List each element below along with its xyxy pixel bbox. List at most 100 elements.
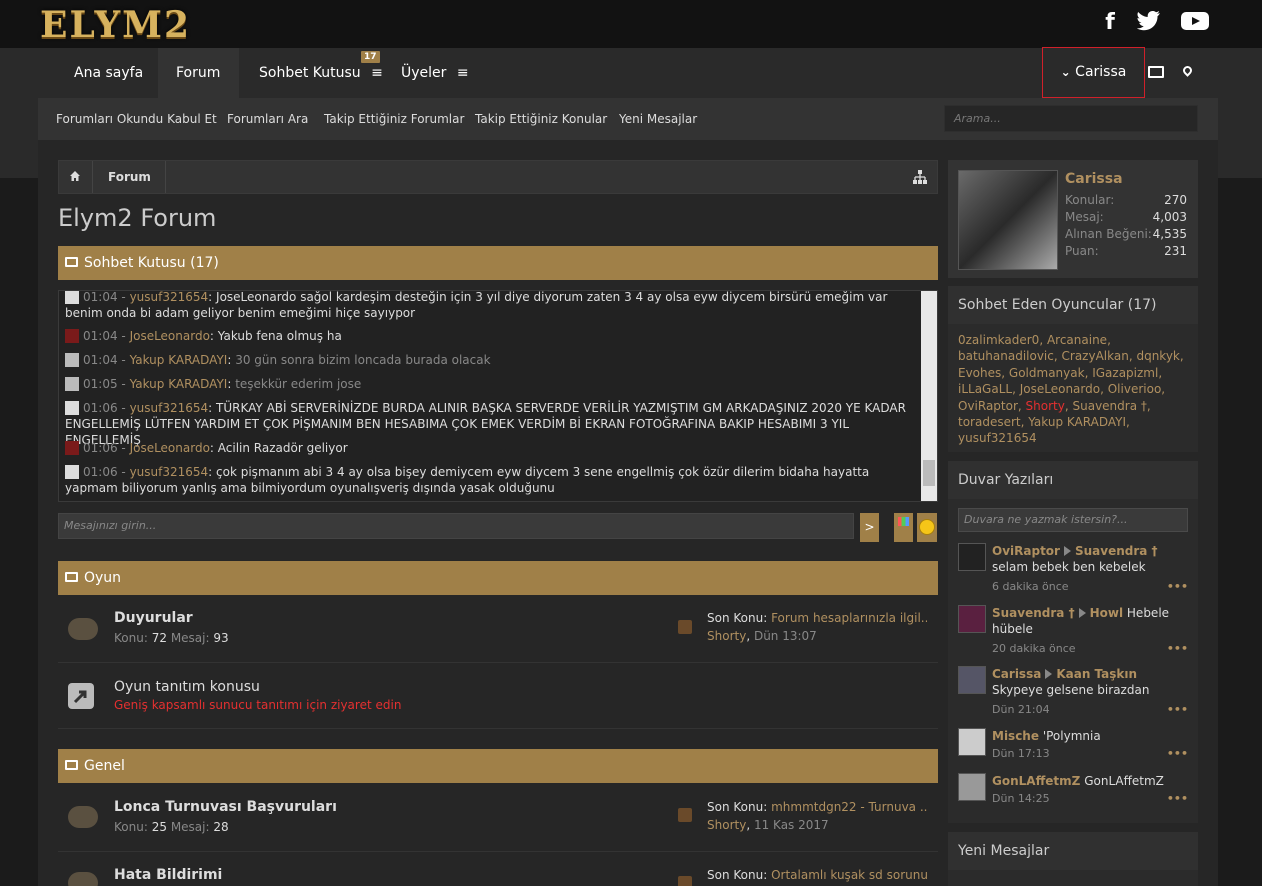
chat-user[interactable]: yusuf321654	[130, 291, 209, 304]
emoji-button[interactable]	[917, 513, 937, 542]
more-options-icon[interactable]: •••	[1167, 702, 1188, 718]
user-link[interactable]: Yakup KARADAYI	[1028, 415, 1126, 429]
wall-time: 20 dakika önce	[992, 642, 1076, 655]
stat-value[interactable]: 270	[1130, 193, 1187, 207]
wall-target[interactable]: Howl	[1090, 606, 1124, 620]
chat-scroll-thumb[interactable]	[923, 460, 935, 486]
color-picker-button[interactable]	[894, 513, 913, 542]
avatar[interactable]	[958, 605, 986, 633]
avatar[interactable]	[65, 465, 79, 479]
user-link[interactable]: IGazapizml	[1092, 366, 1158, 380]
user-link[interactable]: 0zalimkader0	[958, 333, 1039, 347]
user-link[interactable]: Goldmanyak	[1009, 366, 1085, 380]
more-options-icon[interactable]: •••	[1167, 791, 1188, 807]
site-logo[interactable]: ELYM2	[40, 4, 191, 46]
avatar[interactable]	[65, 401, 79, 415]
tab-home[interactable]: Ana sayfa	[56, 48, 161, 98]
send-button[interactable]: >	[860, 513, 879, 542]
category-header-oyun[interactable]: Oyun	[58, 561, 938, 595]
wall-target[interactable]: Suavendra †	[1075, 544, 1158, 558]
subnav-mark-read[interactable]: Forumları Okundu Kabul Et	[56, 98, 217, 140]
wall-author[interactable]: Carissa	[992, 667, 1041, 681]
envelope-icon[interactable]	[1148, 66, 1164, 78]
forum-title[interactable]: Lonca Turnuvası Başvuruları	[114, 799, 337, 815]
youtube-icon[interactable]	[1181, 10, 1209, 36]
avatar[interactable]	[958, 773, 986, 801]
forum-description[interactable]: Geniş kapsamlı sunucu tanıtımı için ziya…	[114, 698, 401, 712]
subnav-new-posts[interactable]: Yeni Mesajlar	[619, 98, 697, 140]
last-thread-link[interactable]: mhmmtdgn22 - Turnuva ...	[771, 800, 927, 814]
user-menu-button[interactable]: ⌄ Carissa	[1042, 47, 1145, 98]
user-link[interactable]: Arcanaine	[1047, 333, 1107, 347]
subnav-search-forums[interactable]: Forumları Ara	[227, 98, 308, 140]
user-link[interactable]: Evohes	[958, 366, 1001, 380]
avatar[interactable]	[65, 329, 79, 343]
user-link[interactable]: yusuf321654	[958, 431, 1037, 445]
subnav-watched-threads[interactable]: Takip Ettiğiniz Konular	[475, 98, 607, 140]
avatar[interactable]	[958, 728, 986, 756]
avatar[interactable]	[65, 441, 79, 455]
facebook-icon[interactable]: f	[1097, 10, 1123, 36]
avatar[interactable]	[958, 170, 1058, 270]
last-thread-link[interactable]: Forum hesaplarınızla ilgil...	[771, 611, 927, 625]
forum-title[interactable]: Duyurular	[114, 610, 193, 626]
sitemap-icon[interactable]	[912, 169, 928, 185]
search-input[interactable]: Arama...	[944, 105, 1198, 132]
rss-icon[interactable]	[678, 808, 692, 822]
wall-author[interactable]: Mische	[992, 729, 1039, 743]
panel-title: Duvar Yazıları	[948, 461, 1198, 499]
stat-value[interactable]: 231	[1130, 244, 1187, 258]
user-link[interactable]: CrazyAlkan	[1062, 349, 1129, 363]
last-thread-user[interactable]: Shorty	[707, 629, 746, 643]
subnav-watched-forums[interactable]: Takip Ettiğiniz Forumlar	[324, 98, 464, 140]
user-link[interactable]: iLLaGaLL	[958, 382, 1012, 396]
forum-title[interactable]: Oyun tanıtım konusu	[114, 679, 260, 695]
chat-user[interactable]: JoseLeonardo	[130, 329, 210, 343]
stat-value[interactable]: 4,003	[1130, 210, 1187, 224]
wall-item: Suavendra † Howl Hebele hübele 20 dakika …	[958, 605, 1190, 655]
chat-user[interactable]: JoseLeonardo	[130, 441, 210, 455]
user-link[interactable]: Shorty	[1026, 399, 1065, 413]
chat-messages[interactable]: 01:04 - yusuf321654: JoseLeonardo sağol …	[58, 290, 938, 502]
home-icon[interactable]	[69, 170, 81, 182]
avatar[interactable]	[65, 377, 79, 391]
forum-title[interactable]: Hata Bildirimi	[114, 867, 222, 883]
chat-header[interactable]: Sohbet Kutusu (17)	[58, 246, 938, 280]
more-options-icon[interactable]: •••	[1167, 746, 1188, 762]
chat-user[interactable]: yusuf321654	[130, 465, 209, 479]
twitter-icon[interactable]	[1136, 10, 1162, 36]
stat-value[interactable]: 4,535	[1130, 227, 1187, 241]
avatar[interactable]	[958, 666, 986, 694]
avatar[interactable]	[65, 291, 79, 304]
wall-author[interactable]: OviRaptor	[992, 544, 1060, 558]
avatar[interactable]	[65, 353, 79, 367]
chat-message: 01:06 - yusuf321654: çok pişmanım abi 3 …	[65, 465, 870, 495]
breadcrumb-forum[interactable]: Forum	[108, 170, 151, 184]
user-link[interactable]: batuhanadilovic	[958, 349, 1054, 363]
wall-post-input[interactable]: Duvara ne yazmak istersin?...	[958, 508, 1188, 532]
category-header-genel[interactable]: Genel	[58, 749, 938, 783]
avatar[interactable]	[958, 543, 986, 571]
wall-author[interactable]: Suavendra †	[992, 606, 1075, 620]
wall-author[interactable]: GonLAffetmZ	[992, 774, 1080, 788]
profile-name[interactable]: Carissa	[1065, 171, 1123, 187]
chat-message-input[interactable]: Mesajınızı girin...	[58, 513, 854, 539]
tab-members[interactable]: Üyeler ≡	[383, 48, 487, 98]
user-link[interactable]: Suavendra †	[1073, 399, 1147, 413]
chat-user[interactable]: Yakup KARADAYI	[130, 377, 228, 391]
user-link[interactable]: dqnkyk	[1136, 349, 1179, 363]
user-link[interactable]: JoseLeonardo	[1020, 382, 1100, 396]
last-thread-user[interactable]: Shorty	[707, 818, 746, 832]
last-thread-link[interactable]: Ortalamlı kuşak sd sorunu	[771, 868, 927, 882]
chat-user[interactable]: Yakup KARADAYI	[130, 353, 228, 367]
user-link[interactable]: Oliverioo	[1108, 382, 1162, 396]
tab-forum[interactable]: Forum	[158, 48, 239, 98]
more-options-icon[interactable]: •••	[1167, 579, 1188, 595]
more-options-icon[interactable]: •••	[1167, 641, 1188, 657]
wall-target[interactable]: Kaan Taşkın	[1056, 667, 1137, 681]
rss-icon[interactable]	[678, 876, 692, 886]
user-link[interactable]: toradesert	[958, 415, 1021, 429]
user-link[interactable]: OviRaptor	[958, 399, 1018, 413]
chat-user[interactable]: yusuf321654	[130, 401, 209, 415]
rss-icon[interactable]	[678, 620, 692, 634]
